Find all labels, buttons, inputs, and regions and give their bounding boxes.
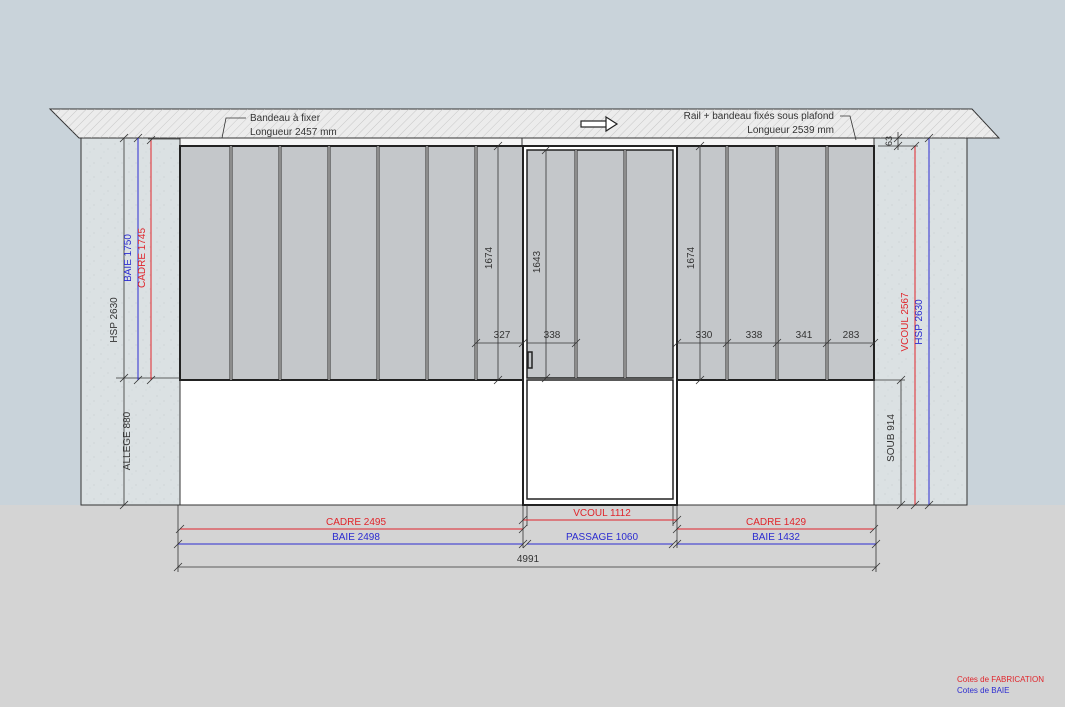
- label-1674-left: 1674: [484, 246, 495, 269]
- label-soub: SOUB 914: [886, 414, 897, 462]
- label-1643: 1643: [532, 250, 543, 273]
- legend: Cotes de FABRICATION Cotes de BAIE: [957, 674, 1044, 696]
- label-cadre-left: CADRE 2495: [326, 517, 386, 528]
- label-allege: ALLEGE 880: [122, 411, 133, 470]
- label-total: 4991: [517, 554, 540, 565]
- lower-wall-left: [179, 379, 524, 506]
- label-cadre-right: CADRE 1429: [746, 517, 806, 528]
- lower-wall-right: [676, 379, 875, 506]
- bandeau: [179, 137, 875, 147]
- ground: [0, 505, 1065, 707]
- label-baie-right: BAIE 1432: [752, 532, 800, 543]
- label-hsp-right: HSP 2630: [914, 299, 925, 345]
- label-vcoul-width: VCOUL 1112: [573, 508, 631, 519]
- elevation-drawing: Bandeau à fixer Longueur 2457 mm Rail + …: [0, 0, 1065, 707]
- label-1674-right: 1674: [686, 246, 697, 269]
- label-hsp-left: HSP 2630: [109, 297, 120, 343]
- legend-baie: Cotes de BAIE: [957, 686, 1010, 695]
- label-baie-height: BAIE 1750: [123, 234, 134, 282]
- note-left-length: Longueur 2457 mm: [250, 127, 337, 138]
- label-283: 283: [843, 330, 860, 341]
- label-baie-left: BAIE 2498: [332, 532, 380, 543]
- label-vcoul-height: VCOUL 2567: [900, 292, 911, 352]
- label-330: 330: [696, 330, 713, 341]
- label-327: 327: [494, 330, 511, 341]
- label-passage: PASSAGE 1060: [566, 532, 639, 543]
- note-right-length: Longueur 2539 mm: [747, 125, 834, 136]
- label-341: 341: [796, 330, 813, 341]
- label-338-right: 338: [746, 330, 763, 341]
- note-left-title: Bandeau à fixer: [250, 113, 321, 124]
- label-338-door: 338: [544, 330, 561, 341]
- label-cadre-height: CADRE 1745: [137, 228, 148, 288]
- label-63: 63: [884, 136, 894, 146]
- left-glass-panel: [179, 145, 524, 381]
- legend-fabrication: Cotes de FABRICATION: [957, 675, 1044, 684]
- note-right-title: Rail + bandeau fixés sous plafond: [684, 111, 834, 122]
